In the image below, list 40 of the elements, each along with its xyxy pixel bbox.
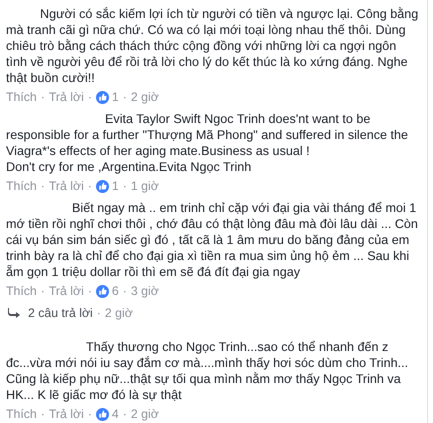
like-link[interactable]: Thích xyxy=(6,90,37,104)
reply-link[interactable]: Trả lời xyxy=(48,90,84,104)
separator-dot: · xyxy=(40,283,45,299)
comment-time: 2 giờ xyxy=(130,90,159,104)
separator-dot: · xyxy=(88,178,92,194)
reply-arrow-icon xyxy=(8,308,20,318)
like-icon xyxy=(96,284,109,298)
separator-dot: · xyxy=(122,178,127,194)
comment-time: 1 giờ xyxy=(130,179,159,193)
reaction-count: 4 xyxy=(112,407,119,421)
separator-dot: · xyxy=(40,89,45,105)
comment-time: 2 giờ xyxy=(130,407,159,421)
like-icon xyxy=(96,408,109,420)
separator-dot: · xyxy=(122,89,127,105)
comment-text: Người có sắc kiếm lợi ích từ người có tiền và ngược lại. Công bằng mà tranh cãi gì nữa chứ. Có wa có lại mới toại lòng nhau thế thôi. Dùng chiêu trò bằng cách thách thức cộng đồng với những lời ca ngợi ngôn tình về người yêu để rồi trả lời cho lý do kết thúc là ko xứng đáng. Nghe thật buồn cười!! xyxy=(6,6,420,86)
reply-link[interactable]: Trả lời xyxy=(48,407,84,421)
separator-dot: · xyxy=(88,89,92,105)
like-icon xyxy=(96,90,109,104)
reply-link[interactable]: Trả lời xyxy=(48,179,84,193)
comment-text: Evita Taylor Swift Ngoc Trinh does'nt want to be responsible for a further "Thượng Mã Phong" and suffered in silence the Viagra*'s effects of her aging mate.Business as usual ! Don't cry for me ,Argentina.Evita Ngọc Trinh xyxy=(6,111,410,175)
separator-dot: · xyxy=(122,406,127,422)
reply-link[interactable]: Trả lời xyxy=(48,284,84,298)
reaction-count: 1 xyxy=(112,179,119,193)
comment-text: Biết ngay mà .. em trinh chỉ cặp với đại gia vài tháng để moi 1 mớ tiền rồi nghĩ chơi thôi , chớ đâu có thật lòng đâu mà đòi lâu dài ... Còn cái vụ bán sim bán siếc gì đó , tất cã là 1 âm mưu do băng đảng của em trinh bày ra là chỉ để cho đại gia xì tiền ra mua sim ủng hộ ẻm ... Sau khi ẵm gọn 1 triệu dollar rồi thì em sẽ đá đít đại gia ngay xyxy=(6,200,419,280)
view-replies-link[interactable]: 2 câu trả lời xyxy=(28,306,93,320)
like-link[interactable]: Thích xyxy=(6,284,37,298)
separator-dot: · xyxy=(40,178,45,194)
reaction-count: 6 xyxy=(112,284,119,298)
separator-dot: · xyxy=(40,406,45,422)
separator-dot: · xyxy=(88,283,92,299)
like-icon xyxy=(96,180,109,192)
separator-dot: · xyxy=(96,305,101,321)
separator-dot: · xyxy=(122,283,127,299)
comment-text: Thấy thương cho Ngọc Trinh...sao có thể nhanh đến z đc...vừa mới nói iu say đắm cơ mà....mình thấy hơi sóc dùm cho Trinh... Cũng là kiếp phụ nữ...thật sự tối qua mình nằm mơ thấy Ngọc Trinh va HK... K lẽ giấc mơ đó là sự thật xyxy=(6,339,410,403)
like-link[interactable]: Thích xyxy=(6,407,37,421)
like-link[interactable]: Thích xyxy=(6,179,37,193)
comment-time: 3 giờ xyxy=(130,284,159,298)
separator-dot: · xyxy=(88,406,92,422)
reaction-count: 1 xyxy=(112,90,119,104)
replies-time: 2 giờ xyxy=(104,306,133,320)
